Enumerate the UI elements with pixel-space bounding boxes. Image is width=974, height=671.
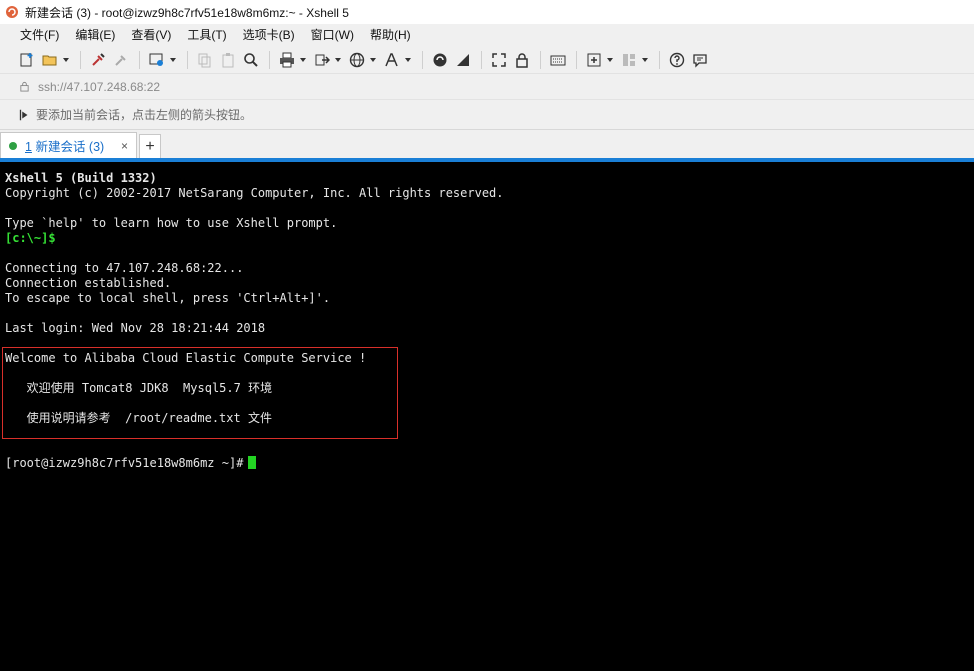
- session-hint-bar: 要添加当前会话，点击左侧的箭头按钮。: [0, 100, 974, 130]
- transfer-icon[interactable]: [311, 49, 333, 71]
- tab-number: 1: [25, 140, 32, 154]
- terminal-line: To escape to local shell, press 'Ctrl+Al…: [5, 291, 331, 305]
- menu-file[interactable]: 文件(F): [12, 24, 67, 46]
- address-field[interactable]: ssh://47.107.248.68:22: [16, 76, 160, 98]
- xftp-icon[interactable]: [429, 49, 451, 71]
- motd-highlight-box: [2, 347, 398, 439]
- lock-icon: [16, 79, 32, 95]
- chat-icon[interactable]: [689, 49, 711, 71]
- disconnect-icon[interactable]: [110, 49, 132, 71]
- new-tab-dropdown-caret[interactable]: [606, 49, 614, 71]
- terminal-cursor: [248, 456, 257, 469]
- terminal-line: Connecting to 47.107.248.68:22...: [5, 261, 244, 275]
- connected-status-icon: [9, 141, 17, 150]
- toolbar-separator: [422, 50, 423, 69]
- xshell-app-icon: [5, 5, 19, 19]
- font-dropdown-caret[interactable]: [404, 49, 412, 71]
- last-login-line: Last login: Wed Nov 28 18:21:44 2018: [5, 321, 266, 335]
- tab-strip: 1 新建会话 (3) × +: [0, 130, 974, 162]
- paste-icon[interactable]: [217, 49, 239, 71]
- session-tab[interactable]: 1 新建会话 (3) ×: [0, 132, 137, 158]
- layout-icon[interactable]: [618, 49, 640, 71]
- menu-view[interactable]: 查看(V): [123, 24, 179, 46]
- transfer-dropdown-caret[interactable]: [334, 49, 342, 71]
- properties-dropdown-caret[interactable]: [169, 49, 177, 71]
- toolbar-separator: [139, 50, 140, 69]
- tab-accent-bar: [0, 158, 974, 162]
- layout-dropdown-caret[interactable]: [641, 49, 649, 71]
- globe-dropdown-caret[interactable]: [369, 49, 377, 71]
- menu-window[interactable]: 窗口(W): [303, 24, 362, 46]
- globe-icon[interactable]: [346, 49, 368, 71]
- tab-close-icon[interactable]: ×: [121, 139, 128, 153]
- tab-label: 1 新建会话 (3): [25, 136, 104, 155]
- remote-prompt: [root@izwz9h8c7rfv51e18w8m6mz ~]#: [5, 456, 244, 470]
- new-tab-icon[interactable]: [583, 49, 605, 71]
- hint-text: 要添加当前会话，点击左侧的箭头按钮。: [36, 108, 253, 122]
- help-icon[interactable]: [666, 49, 688, 71]
- menu-bar: 文件(F) 编辑(E) 查看(V) 工具(T) 选项卡(B) 窗口(W) 帮助(…: [0, 24, 974, 46]
- properties-icon[interactable]: [146, 49, 168, 71]
- toolbar-separator: [187, 50, 188, 69]
- new-session-icon[interactable]: [16, 49, 38, 71]
- connect-icon[interactable]: [87, 49, 109, 71]
- toolbar-separator: [80, 50, 81, 69]
- menu-tab[interactable]: 选项卡(B): [235, 24, 303, 46]
- toolbar-separator: [540, 50, 541, 69]
- terminal-line: Xshell 5 (Build 1332): [5, 171, 157, 185]
- copy-icon[interactable]: [194, 49, 216, 71]
- address-bar: ssh://47.107.248.68:22: [0, 74, 974, 100]
- font-icon[interactable]: [381, 49, 403, 71]
- menu-help[interactable]: 帮助(H): [362, 24, 419, 46]
- open-folder-icon[interactable]: [39, 49, 61, 71]
- open-dropdown-caret[interactable]: [62, 49, 70, 71]
- xmanager-icon[interactable]: [452, 49, 474, 71]
- menu-edit[interactable]: 编辑(E): [67, 24, 123, 46]
- menu-tools[interactable]: 工具(T): [179, 24, 234, 46]
- keyboard-icon[interactable]: [547, 49, 569, 71]
- add-tab-button[interactable]: +: [139, 134, 161, 158]
- terminal-line: Copyright (c) 2002-2017 NetSarang Comput…: [5, 186, 504, 200]
- fullscreen-icon[interactable]: [488, 49, 510, 71]
- toolbar-separator: [269, 50, 270, 69]
- title-bar: 新建会话 (3) - root@izwz9h8c7rfv51e18w8m6mz:…: [0, 0, 974, 24]
- print-icon[interactable]: [276, 49, 298, 71]
- remote-prompt-line: [root@izwz9h8c7rfv51e18w8m6mz ~]#: [5, 456, 969, 471]
- print-dropdown-caret[interactable]: [299, 49, 307, 71]
- toolbar: [0, 46, 974, 74]
- find-icon[interactable]: [240, 49, 262, 71]
- add-session-arrow-icon[interactable]: [16, 107, 32, 123]
- lock-screen-icon[interactable]: [511, 49, 533, 71]
- terminal-line: Type `help' to learn how to use Xshell p…: [5, 216, 338, 230]
- window-title: 新建会话 (3) - root@izwz9h8c7rfv51e18w8m6mz:…: [25, 5, 349, 20]
- address-input[interactable]: ssh://47.107.248.68:22: [38, 80, 160, 94]
- toolbar-separator: [481, 50, 482, 69]
- terminal-line: Connection established.: [5, 276, 172, 290]
- local-prompt: [c:\~]$: [5, 231, 56, 245]
- tab-title: 新建会话 (3): [35, 140, 105, 154]
- toolbar-separator: [576, 50, 577, 69]
- toolbar-separator: [659, 50, 660, 69]
- terminal-area[interactable]: Xshell 5 (Build 1332) Copyright (c) 2002…: [0, 168, 974, 671]
